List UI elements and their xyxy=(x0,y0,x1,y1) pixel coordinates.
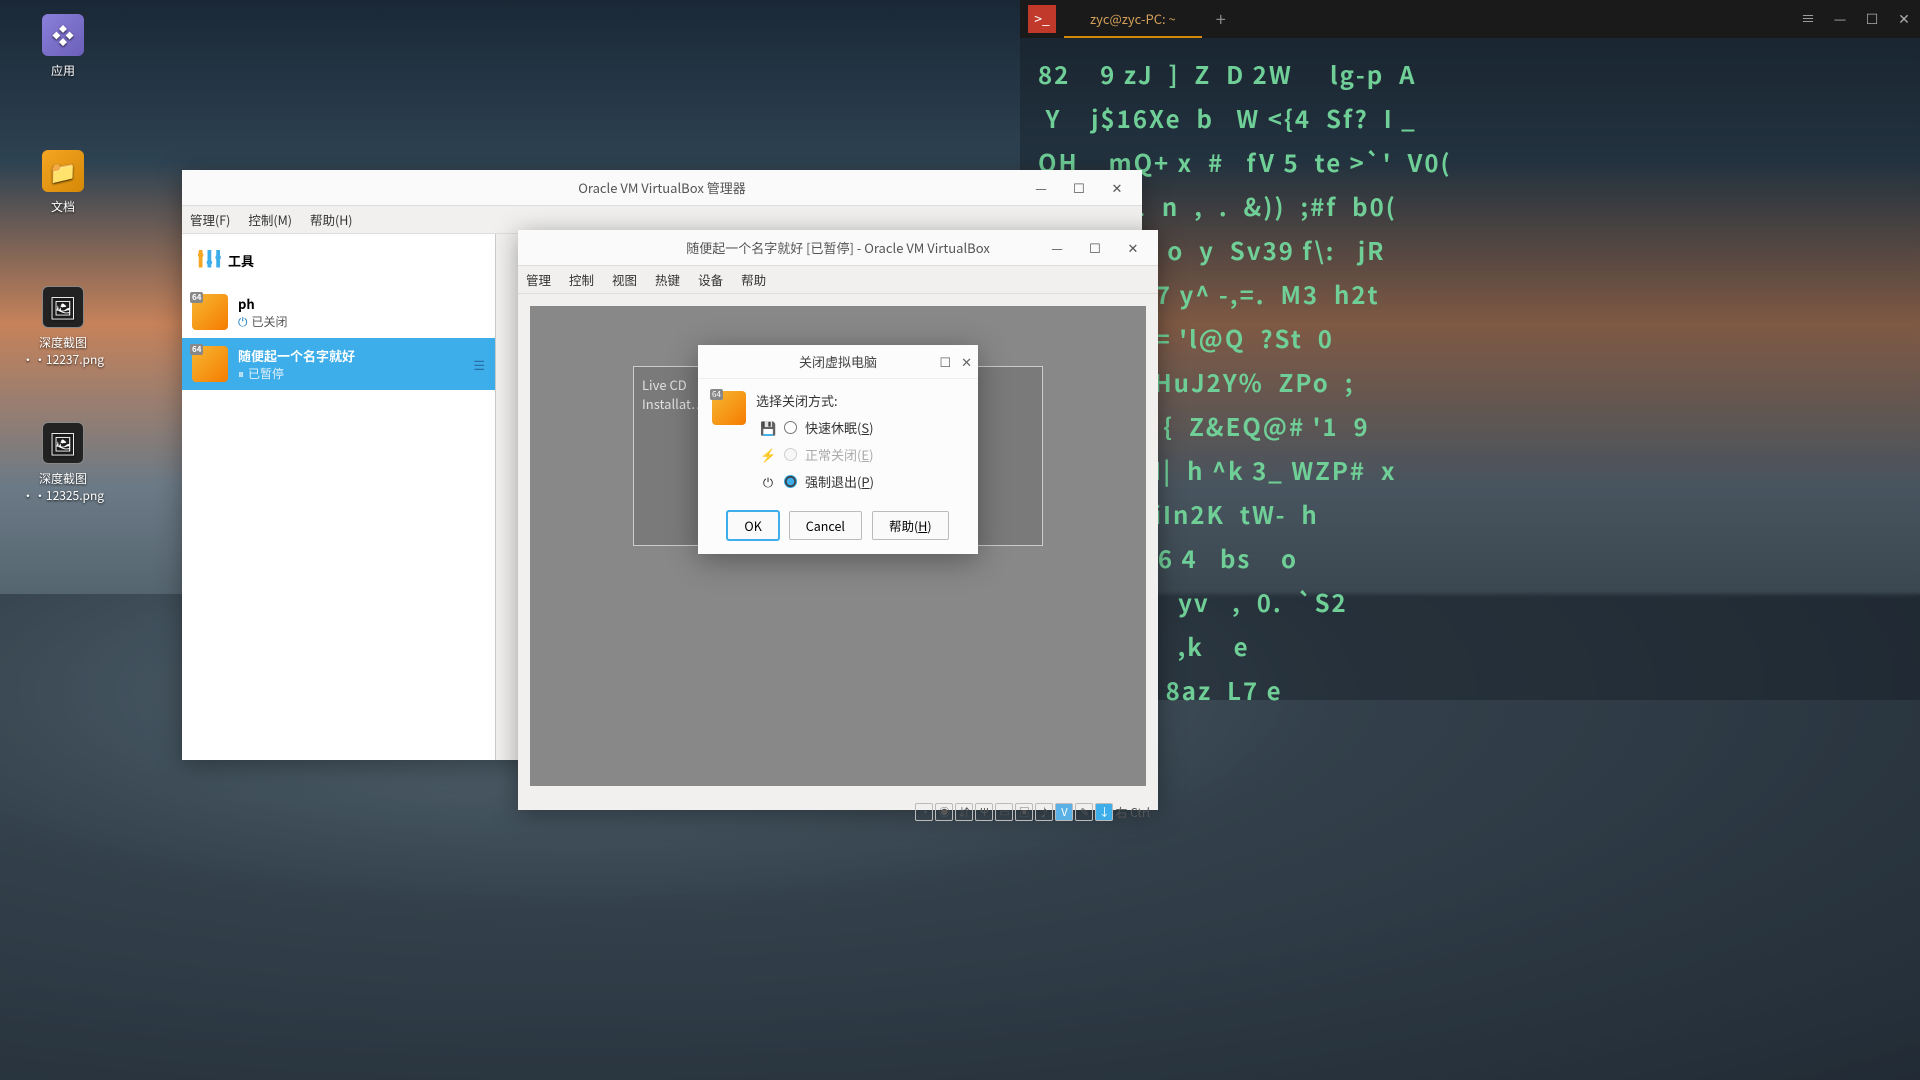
option-radio xyxy=(784,448,797,461)
vm-statusbar: ◔ ◉ ⇵ Ψ ▭ ▣ ♪ V ✎ ↓ 右 Ctrl xyxy=(518,798,1158,826)
option-label: 强制退出(P) xyxy=(805,472,874,491)
record-icon: V xyxy=(1055,803,1073,821)
minimize-icon[interactable]: — xyxy=(1038,238,1076,257)
dialog-title: 关闭虚拟电脑 xyxy=(799,352,877,371)
close-icon[interactable]: ✕ xyxy=(961,352,972,371)
pause-icon: ⏸ xyxy=(238,365,244,382)
ok-button[interactable]: OK xyxy=(727,511,778,540)
menu-item[interactable]: 帮助 xyxy=(741,270,766,289)
option-radio[interactable] xyxy=(784,421,797,434)
vm-icon xyxy=(712,391,746,425)
vm-name: ph xyxy=(238,294,288,313)
terminal-app-icon: >_ xyxy=(1028,5,1056,33)
minimize-icon[interactable]: — xyxy=(1022,178,1060,197)
menu-item[interactable]: 设备 xyxy=(698,270,723,289)
desktop-icon-label: 深度截图 ··12325.png xyxy=(18,470,108,504)
menu-item[interactable]: 热键 xyxy=(655,270,680,289)
hdd-icon: ◔ xyxy=(915,803,933,821)
maximize-icon[interactable]: ☐ xyxy=(1856,9,1888,29)
vm-menubar[interactable]: 管理 控制 视图 热键 设备 帮助 xyxy=(518,266,1158,294)
option-icon: ⏻ xyxy=(760,472,776,491)
sidebar-tools-label: 工具 xyxy=(228,251,254,270)
vm-state: 已关闭 xyxy=(252,313,288,330)
cancel-button[interactable]: Cancel xyxy=(789,511,862,540)
cd-icon: ◉ xyxy=(935,803,953,821)
dialog-prompt: 选择关闭方式: xyxy=(756,391,964,410)
usb-icon: Ψ xyxy=(975,803,993,821)
minimize-icon[interactable]: — xyxy=(1824,9,1856,29)
new-tab-button[interactable]: + xyxy=(1216,6,1226,32)
tools-icon xyxy=(192,242,228,278)
menu-help[interactable]: 帮助(H) xyxy=(310,210,353,229)
menu-item[interactable]: 视图 xyxy=(612,270,637,289)
image-icon: 🖼 xyxy=(42,286,84,328)
shutdown-option-2[interactable]: ⏻ 强制退出(P) xyxy=(760,472,964,491)
mouse-icon: ✎ xyxy=(1075,803,1093,821)
shared-folder-icon: ▭ xyxy=(995,803,1013,821)
apps-icon: ❖ xyxy=(42,14,84,56)
close-icon[interactable]: ✕ xyxy=(1098,178,1136,197)
desktop-icon-docs[interactable]: 📁 文档 xyxy=(18,150,108,215)
sidebar-tools[interactable]: 工具 xyxy=(182,234,495,286)
sidebar-vm-ph[interactable]: ph ⏻已关闭 xyxy=(182,286,495,338)
host-key-label: 右 Ctrl xyxy=(1115,804,1150,821)
display-icon: ▣ xyxy=(1015,803,1033,821)
menu-item[interactable]: 管理 xyxy=(526,270,551,289)
desktop-icon-label: 文档 xyxy=(18,198,108,215)
option-label: 正常关闭(E) xyxy=(805,445,873,464)
power-icon: ⏻ xyxy=(238,313,248,330)
maximize-icon[interactable]: ☐ xyxy=(1076,238,1114,257)
menu-item[interactable]: 控制 xyxy=(569,270,594,289)
vb-sidebar[interactable]: 工具 ph ⏻已关闭 随便起一个名字就好 ⏸已暂停 ☰ xyxy=(182,234,496,760)
desktop-icon-screenshot2[interactable]: 🖼 深度截图 ··12325.png xyxy=(18,422,108,504)
desktop-icon-apps[interactable]: ❖ 应用 xyxy=(18,14,108,79)
shutdown-option-0[interactable]: 💾 快速休眠(S) xyxy=(760,418,964,437)
folder-icon: 📁 xyxy=(42,150,84,192)
help-button[interactable]: 帮助(H) xyxy=(872,511,949,540)
desktop-icon-label: 深度截图 ··12237.png xyxy=(18,334,108,368)
maximize-icon[interactable]: ☐ xyxy=(1060,178,1098,197)
maximize-icon[interactable]: ☐ xyxy=(939,352,951,371)
desktop-icon-screenshot1[interactable]: 🖼 深度截图 ··12237.png xyxy=(18,286,108,368)
terminal-tab[interactable]: zyc@zyc-PC: ~ xyxy=(1064,0,1202,38)
close-icon[interactable]: ✕ xyxy=(1888,9,1920,29)
option-radio[interactable] xyxy=(784,475,797,488)
vm-titlebar[interactable]: 随便起一个名字就好 [已暂停] - Oracle VM VirtualBox —… xyxy=(518,230,1158,266)
vb-titlebar[interactable]: Oracle VM VirtualBox 管理器 — ☐ ✕ xyxy=(182,170,1142,206)
audio-icon: ♪ xyxy=(1035,803,1053,821)
vm-state: 已暂停 xyxy=(248,365,284,382)
vm-name: 随便起一个名字就好 xyxy=(238,346,355,365)
option-icon: 💾 xyxy=(760,418,776,437)
window-title: Oracle VM VirtualBox 管理器 xyxy=(578,178,746,197)
keyboard-icon: ↓ xyxy=(1095,803,1113,821)
details-icon[interactable]: ☰ xyxy=(473,355,485,374)
desktop-icon-label: 应用 xyxy=(18,62,108,79)
image-icon: 🖼 xyxy=(42,422,84,464)
dialog-titlebar[interactable]: 关闭虚拟电脑 ☐ ✕ xyxy=(698,345,978,379)
network-icon: ⇵ xyxy=(955,803,973,821)
terminal-titlebar[interactable]: >_ zyc@zyc-PC: ~ + ≡ — ☐ ✕ xyxy=(1020,0,1920,38)
sidebar-vm-random[interactable]: 随便起一个名字就好 ⏸已暂停 ☰ xyxy=(182,338,495,390)
menu-manage[interactable]: 管理(F) xyxy=(190,210,230,229)
close-icon[interactable]: ✕ xyxy=(1114,238,1152,257)
window-title: 随便起一个名字就好 [已暂停] - Oracle VM VirtualBox xyxy=(686,238,990,257)
vm-icon xyxy=(192,346,228,382)
vm-icon xyxy=(192,294,228,330)
menu-control[interactable]: 控制(M) xyxy=(248,210,292,229)
shutdown-option-1: ⚡ 正常关闭(E) xyxy=(760,445,964,464)
option-icon: ⚡ xyxy=(760,445,776,464)
shutdown-dialog[interactable]: 关闭虚拟电脑 ☐ ✕ 选择关闭方式: 💾 快速休眠(S) ⚡ 正常关闭(E) ⏻ 强… xyxy=(698,345,978,554)
option-label: 快速休眠(S) xyxy=(805,418,874,437)
hamburger-icon[interactable]: ≡ xyxy=(1792,9,1824,29)
